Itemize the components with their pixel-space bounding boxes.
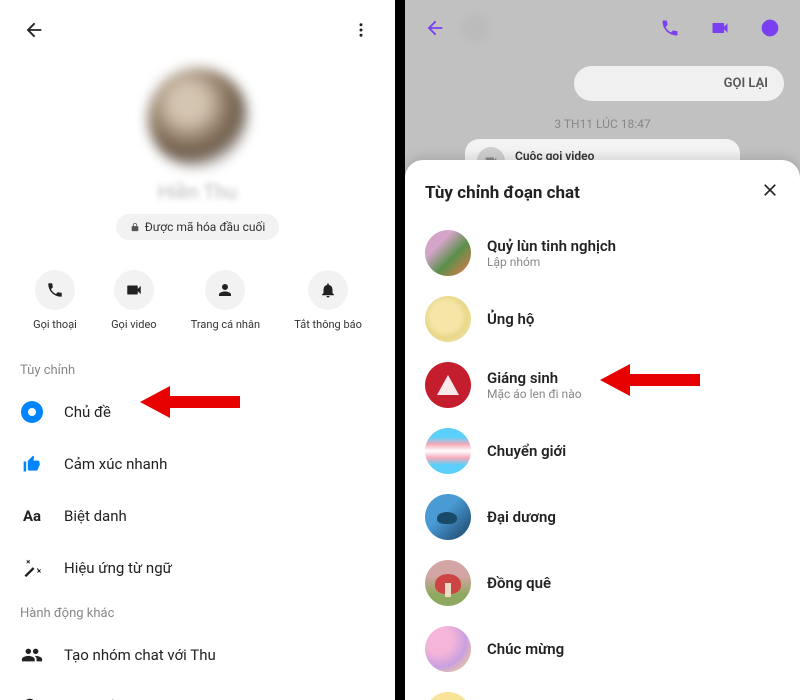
word-effects-menu-item[interactable]: Hiệu ứng từ ngữ [0,542,395,594]
audio-call-button[interactable]: Gọi thoại [33,270,77,331]
profile-button[interactable]: Trang cá nhân [191,270,260,331]
theme-item-trans[interactable]: Chuyển giới [405,418,800,484]
panel-divider [395,0,405,700]
theme-name: Chuyển giới [487,442,566,460]
theme-thumb-icon [425,362,471,408]
menu-label: Biệt danh [64,507,127,525]
action-label: Tắt thông báo [294,318,362,331]
theme-name: Ủng hộ [487,310,534,328]
close-icon [760,180,780,200]
theme-item-ocean[interactable]: Đại dương [405,484,800,550]
info-icon [760,18,780,38]
settings-panel: Hiền Thu Được mã hóa đầu cuối Gọi thoại … [0,0,395,700]
action-label: Gọi thoại [33,318,77,331]
menu-label: Hiệu ứng từ ngữ [64,559,172,577]
info-button[interactable] [756,14,784,42]
theme-sub: Lập nhóm [487,255,616,269]
theme-menu-item[interactable]: Chủ đề [0,386,395,438]
text-aa-icon: Aa [20,504,44,528]
thumbs-up-icon [20,452,44,476]
search-icon [20,695,44,700]
audio-call-button[interactable] [656,14,684,42]
lock-icon [130,222,140,232]
header [0,0,395,60]
theme-name: Đồng quê [487,574,551,592]
bell-icon [319,281,337,299]
theme-name: Chúc mừng [487,640,564,658]
phone-icon [46,281,64,299]
video-call-button[interactable] [706,14,734,42]
close-button[interactable] [760,180,780,206]
section-customize: Tùy chỉnh [0,351,395,386]
encryption-badge[interactable]: Được mã hóa đầu cuối [116,214,280,240]
theme-thumb-icon [425,626,471,672]
person-icon [216,281,234,299]
theme-thumb-icon [425,428,471,474]
theme-list: Quỷ lùn tinh nghịch Lập nhóm Ủng hộ Gián… [405,220,800,700]
theme-name: Đại dương [487,508,556,526]
theme-item-xmas[interactable]: Giáng sinh Mặc áo len đi nào [405,352,800,418]
theme-item-support[interactable]: Ủng hộ [405,286,800,352]
avatar[interactable] [148,68,248,168]
encryption-label: Được mã hóa đầu cuối [145,220,266,234]
callback-label: GỌI LẠI [724,76,768,91]
menu-label: Chủ đề [64,403,111,421]
theme-sub: Mặc áo len đi nào [487,387,582,401]
video-icon [710,18,730,38]
profile-name: Hiền Thu [158,180,237,204]
theme-thumb-icon [425,560,471,606]
theme-thumb-icon [425,494,471,540]
theme-item-trolls[interactable]: Quỷ lùn tinh nghịch Lập nhóm [405,220,800,286]
theme-thumb-icon [425,230,471,276]
theme-thumb-icon [425,296,471,342]
section-more: Hành động khác [0,594,395,629]
theme-thumb-icon [425,692,471,700]
magic-wand-icon [20,556,44,580]
back-button[interactable] [421,14,449,42]
arrow-left-icon [424,17,446,39]
more-button[interactable] [347,16,375,44]
arrow-left-icon [23,19,45,41]
avatar-small[interactable] [461,14,489,42]
theme-icon [21,401,43,423]
action-label: Gọi video [111,318,156,331]
video-icon [125,281,143,299]
nickname-menu-item[interactable]: Aa Biệt danh [0,490,395,542]
search-menu-item[interactable]: Tìm kiếm trong cuộc trò chuyện [0,681,395,700]
emoji-menu-item[interactable]: Cảm xúc nhanh [0,438,395,490]
sheet-title: Tùy chỉnh đoạn chat [425,183,580,203]
callback-bubble[interactable]: GỌI LẠI [574,66,784,101]
menu-label: Cảm xúc nhanh [64,455,167,473]
theme-item-country[interactable]: Đồng quê [405,550,800,616]
theme-name: Quỷ lùn tinh nghịch [487,237,616,255]
menu-label: Tạo nhóm chat với Thu [64,646,216,664]
more-vert-icon [352,21,370,39]
theme-item-partial[interactable] [405,682,800,700]
theme-item-celebrate[interactable]: Chúc mừng [405,616,800,682]
theme-name: Giáng sinh [487,369,582,387]
chat-header [405,0,800,56]
chat-panel: GỌI LẠI 3 TH11 LÚC 18:47 Cuộc gọi video … [405,0,800,700]
create-group-menu-item[interactable]: Tạo nhóm chat với Thu [0,629,395,681]
action-label: Trang cá nhân [191,318,260,331]
phone-icon [660,18,680,38]
back-button[interactable] [20,16,48,44]
theme-picker-sheet: Tùy chỉnh đoạn chat Quỷ lùn tinh nghịch … [405,160,800,700]
profile-section: Hiền Thu Được mã hóa đầu cuối [0,60,395,260]
timestamp: 3 TH11 LÚC 18:47 [405,117,800,131]
actions-row: Gọi thoại Gọi video Trang cá nhân Tắt th… [0,260,395,351]
video-call-button[interactable]: Gọi video [111,270,156,331]
mute-button[interactable]: Tắt thông báo [294,270,362,331]
group-icon [20,643,44,667]
